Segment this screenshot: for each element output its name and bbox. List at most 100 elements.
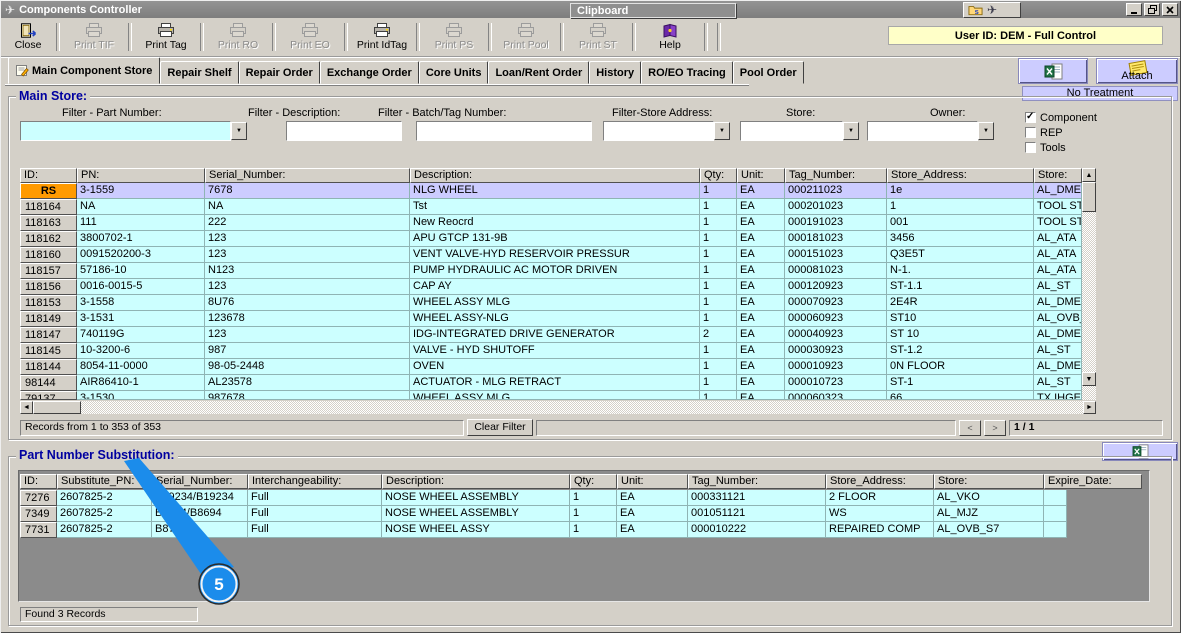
table-row[interactable]: 118162 3800702-1 123 APU GTCP 131-9B 1 E… <box>20 231 1082 247</box>
folder-s-icon[interactable]: s <box>968 4 983 16</box>
scroll-right-icon[interactable]: ► <box>1083 401 1096 414</box>
table-row[interactable]: 98144 AIR86410-1 AL23578 ACTUATOR - MLG … <box>20 375 1082 391</box>
vertical-scrollbar-thumb[interactable] <box>1082 182 1096 212</box>
column-header[interactable]: Store_Address: <box>887 168 1034 183</box>
row-id-cell[interactable]: RS <box>20 183 77 199</box>
row-id-cell[interactable]: 7349 <box>20 506 57 522</box>
table-row[interactable]: 118160 0091520200-3 123 VENT VALVE-HYD R… <box>20 247 1082 263</box>
row-id-cell[interactable]: 118153 <box>20 295 77 311</box>
help-button[interactable]: Help <box>637 20 703 54</box>
close-window-button[interactable] <box>1162 3 1178 16</box>
print-st-button[interactable]: Print ST <box>565 20 631 54</box>
column-header[interactable]: Qty: <box>570 474 617 489</box>
tab[interactable]: Repair Order <box>239 61 320 84</box>
vertical-scrollbar[interactable]: ▲ ▼ <box>1082 168 1096 400</box>
tab[interactable]: Pool Order <box>733 61 804 84</box>
tools-checkbox[interactable] <box>1025 142 1036 153</box>
row-id-cell[interactable]: 118147 <box>20 327 77 343</box>
horizontal-scrollbar[interactable]: ◄ ► <box>20 401 1096 414</box>
tab[interactable]: RO/EO Tracing <box>641 61 733 84</box>
tab[interactable]: History <box>589 61 641 84</box>
row-id-cell[interactable]: 118164 <box>20 199 77 215</box>
row-id-cell[interactable]: 118156 <box>20 279 77 295</box>
chevron-down-icon[interactable]: ▼ <box>843 122 859 140</box>
column-header[interactable]: Serial_Number: <box>152 474 248 489</box>
rep-checkbox[interactable] <box>1025 127 1036 138</box>
print-ro-button[interactable]: Print RO <box>205 20 271 54</box>
print-pool-button[interactable]: Print Pool <box>493 20 559 54</box>
filter-description-input[interactable] <box>286 121 402 141</box>
table-row[interactable]: 118164 NA NA Tst 1 EA 000201023 1 TOOL S… <box>20 199 1082 215</box>
row-id-cell[interactable]: 118149 <box>20 311 77 327</box>
print-ps-button[interactable]: Print PS <box>421 20 487 54</box>
print-idtag-button[interactable]: Print IdTag <box>349 20 415 54</box>
column-header[interactable]: Store: <box>1034 168 1082 183</box>
table-row[interactable]: 118153 3-1558 8U76 WHEEL ASSY MLG 1 EA 0… <box>20 295 1082 311</box>
scroll-down-icon[interactable]: ▼ <box>1082 372 1096 386</box>
chevron-down-icon[interactable]: ▼ <box>978 122 994 140</box>
minimize-button[interactable] <box>1126 3 1142 16</box>
print-tif-button[interactable]: Print TIF <box>61 20 127 54</box>
filter-part-number-input[interactable] <box>20 121 231 141</box>
column-header[interactable]: Interchangeability: <box>248 474 382 489</box>
row-id-cell[interactable]: 98144 <box>20 375 77 391</box>
column-header[interactable]: Expire_Date: <box>1044 474 1142 489</box>
column-header[interactable]: Store: <box>934 474 1044 489</box>
owner-combo[interactable]: ▼ <box>867 121 995 141</box>
print-tag-button[interactable]: Print Tag <box>133 20 199 54</box>
chevron-down-icon[interactable]: ▼ <box>714 122 730 140</box>
filter-batch-tag-input[interactable] <box>416 121 592 141</box>
column-header[interactable]: Tag_Number: <box>688 474 826 489</box>
column-header[interactable]: Store_Address: <box>826 474 934 489</box>
column-header[interactable]: PN: <box>77 168 205 183</box>
clipboard-window-titlebar[interactable]: Clipboard <box>570 3 736 18</box>
column-header[interactable]: Qty: <box>700 168 737 183</box>
row-id-cell[interactable]: 79137 <box>20 391 77 400</box>
column-header[interactable]: Serial_Number: <box>205 168 410 183</box>
row-id-cell[interactable]: 118145 <box>20 343 77 359</box>
tab[interactable]: Loan/Rent Order <box>488 61 589 84</box>
column-header[interactable]: Description: <box>382 474 570 489</box>
table-row[interactable]: 118157 57186-10 N123 PUMP HYDRAULIC AC M… <box>20 263 1082 279</box>
column-header[interactable]: ID: <box>20 168 77 183</box>
owner-input[interactable] <box>867 121 978 141</box>
store-combo[interactable]: ▼ <box>740 121 860 141</box>
filter-store-address-input[interactable] <box>603 121 714 141</box>
tab[interactable]: Main Component Store <box>8 57 160 84</box>
table-row[interactable]: 7349 2607825-2 B8694/B8694 Full NOSE WHE… <box>20 506 1067 522</box>
table-row[interactable]: 118147 740119G 123 IDG-INTEGRATED DRIVE … <box>20 327 1082 343</box>
table-row[interactable]: 118149 3-1531 123678 WHEEL ASSY-NLG 1 EA… <box>20 311 1082 327</box>
row-id-cell[interactable]: 7276 <box>20 490 57 506</box>
filter-store-address-combo[interactable]: ▼ <box>603 121 731 141</box>
column-header[interactable]: Description: <box>410 168 700 183</box>
row-id-cell[interactable]: 7731 <box>20 522 57 538</box>
row-id-cell[interactable]: 118157 <box>20 263 77 279</box>
close-button[interactable]: Close <box>1 20 55 54</box>
page-next-button[interactable]: > <box>984 420 1006 436</box>
column-header[interactable]: ID: <box>20 474 57 489</box>
column-header[interactable]: Unit: <box>617 474 688 489</box>
row-id-cell[interactable]: 118160 <box>20 247 77 263</box>
store-input[interactable] <box>740 121 843 141</box>
column-header[interactable]: Unit: <box>737 168 785 183</box>
table-row[interactable]: 7731 2607825-2 B8761 Full NOSE WHEEL ASS… <box>20 522 1067 538</box>
filter-part-number-combo[interactable]: ▼ <box>20 121 248 141</box>
row-id-cell[interactable]: 118144 <box>20 359 77 375</box>
table-row[interactable]: 118145 10-3200-6 987 VALVE - HYD SHUTOFF… <box>20 343 1082 359</box>
restore-button[interactable] <box>1144 3 1160 16</box>
tab[interactable]: Repair Shelf <box>160 61 238 84</box>
component-checkbox[interactable] <box>1025 112 1036 123</box>
page-previous-button[interactable]: < <box>959 420 981 436</box>
table-row[interactable]: 118144 8054-11-0000 98-05-2448 OVEN 1 EA… <box>20 359 1082 375</box>
clear-filter-button[interactable]: Clear Filter <box>467 419 533 436</box>
scroll-up-icon[interactable]: ▲ <box>1082 168 1096 182</box>
chevron-down-icon[interactable]: ▼ <box>231 122 247 140</box>
export-excel-button[interactable] <box>1018 58 1088 84</box>
table-row[interactable]: RS 3-1559 7678 NLG WHEEL 1 EA 000211023 … <box>20 183 1082 199</box>
tab[interactable]: Exchange Order <box>320 61 419 84</box>
table-row[interactable]: 118163 111 222 New Reocrd 1 EA 000191023… <box>20 215 1082 231</box>
column-header[interactable]: Tag_Number: <box>785 168 887 183</box>
column-header[interactable]: Substitute_PN: <box>57 474 152 489</box>
horizontal-scrollbar-thumb[interactable] <box>33 401 81 414</box>
table-row[interactable]: 7276 2607825-2 B19234/B19234 Full NOSE W… <box>20 490 1067 506</box>
